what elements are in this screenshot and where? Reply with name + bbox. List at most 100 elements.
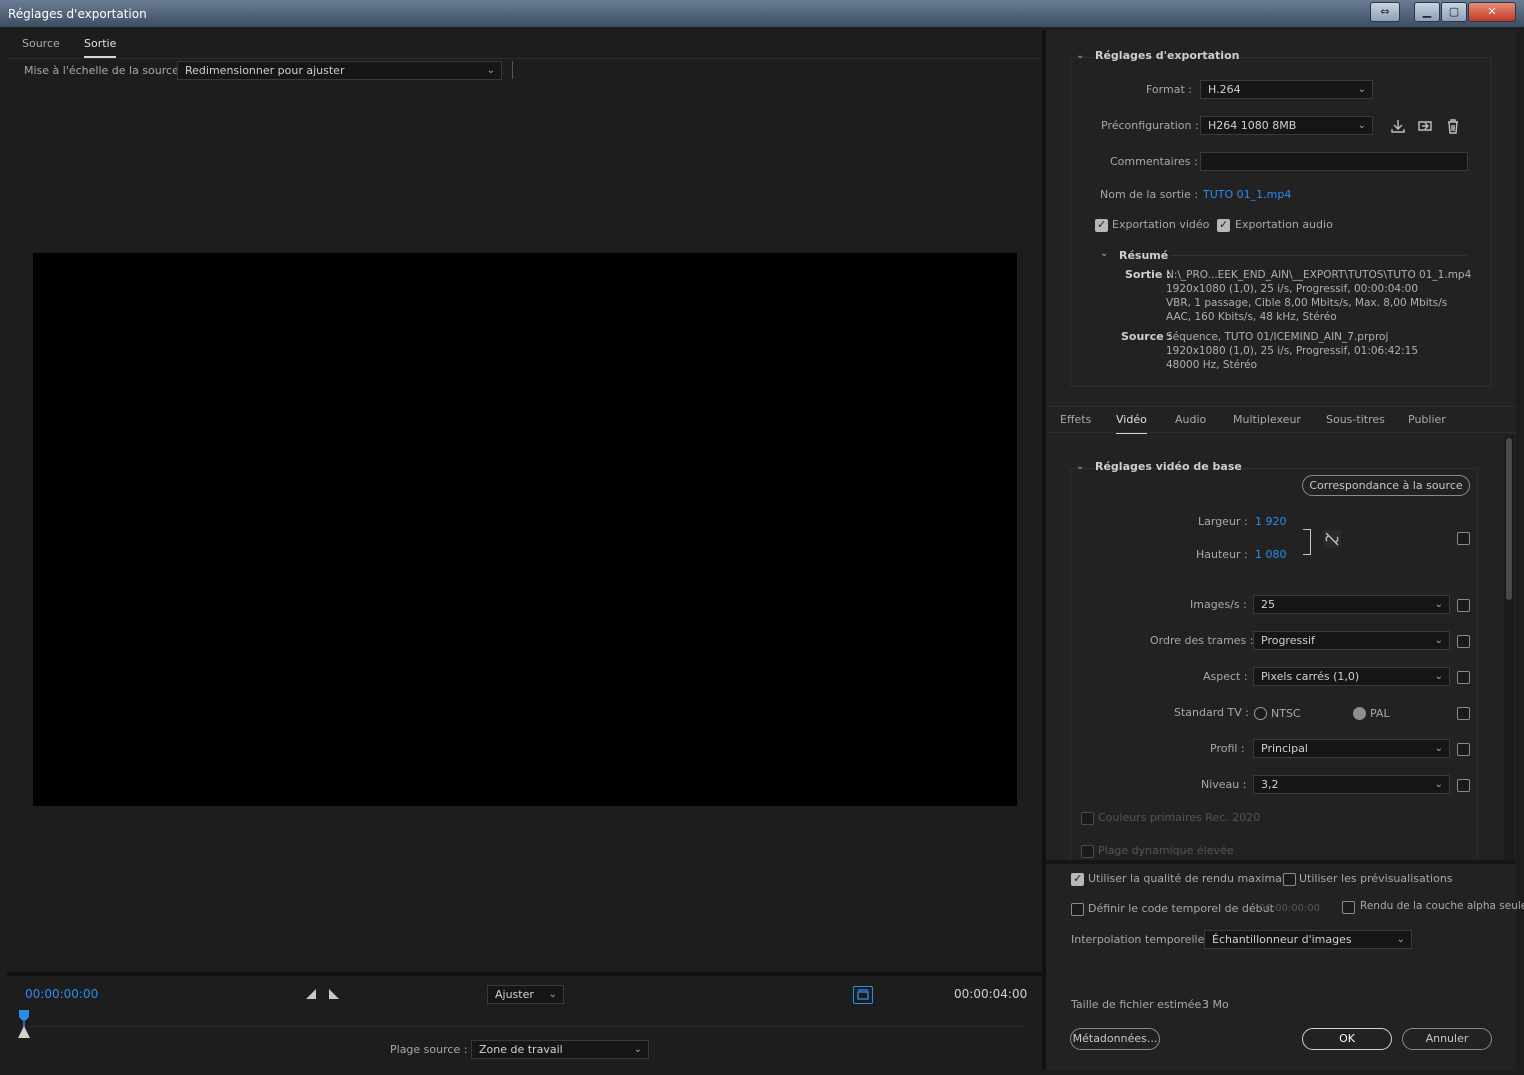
export-section-title: Réglages d'exportation — [1095, 49, 1240, 62]
use-previews-label: Utiliser les prévisualisations — [1299, 872, 1453, 885]
export-video-checkbox[interactable] — [1095, 218, 1108, 232]
format-label: Format : — [1146, 83, 1192, 96]
trash-icon[interactable] — [1444, 117, 1462, 135]
source-range-dropdown[interactable]: Zone de travail ⌄ — [471, 1040, 649, 1059]
import-preset-icon[interactable] — [1416, 117, 1434, 135]
rec2020-checkbox[interactable] — [1081, 812, 1094, 825]
divider — [1046, 406, 1516, 407]
safe-margins-icon[interactable] — [853, 986, 873, 1004]
scale-value: Redimensionner pour ajuster — [185, 64, 345, 77]
hdr-checkbox[interactable] — [1081, 845, 1094, 858]
minimize-button[interactable]: ▁ — [1414, 2, 1440, 22]
chevron-down-icon: ⌄ — [486, 65, 495, 76]
summary-source-label: Source : — [1121, 330, 1172, 343]
field-order-dropdown[interactable]: Progressif ⌄ — [1253, 631, 1450, 650]
summary-title: Résumé — [1119, 249, 1169, 262]
resize-icon[interactable]: ⇔ — [1370, 2, 1400, 22]
scrollbar-thumb[interactable] — [1506, 438, 1512, 600]
separator — [512, 61, 513, 79]
zoom-value: Ajuster — [495, 988, 534, 1001]
ntsc-label: NTSC — [1271, 707, 1301, 720]
settings-pane: ⌄ Réglages d'exportation Format : H.264 … — [1046, 30, 1524, 1070]
field-order-checkbox[interactable] — [1457, 635, 1470, 648]
unlink-icon[interactable] — [1323, 530, 1341, 548]
hdr-label: Plage dynamique élevée — [1098, 844, 1234, 857]
ok-button[interactable]: OK — [1302, 1028, 1392, 1050]
video-preview — [33, 253, 1017, 806]
format-dropdown[interactable]: H.264 ⌄ — [1200, 80, 1373, 99]
max-quality-label: Utiliser la qualité de rendu maximale — [1088, 872, 1292, 885]
use-previews-checkbox[interactable] — [1283, 873, 1296, 886]
tab-publish[interactable]: Publier — [1408, 413, 1446, 426]
interp-dropdown[interactable]: Échantillonneur d'images ⌄ — [1204, 930, 1412, 949]
export-audio-label: Exportation audio — [1235, 218, 1333, 231]
scrollbar-track[interactable] — [1504, 435, 1514, 860]
fps-dropdown[interactable]: 25 ⌄ — [1253, 595, 1450, 614]
alpha-only-label: Rendu de la couche alpha seule — [1360, 900, 1524, 912]
tab-effects[interactable]: Effets — [1060, 413, 1091, 426]
file-size-label: Taille de fichier estimée : — [1071, 998, 1209, 1011]
tab-output[interactable]: Sortie — [84, 37, 117, 58]
level-dropdown[interactable]: 3,2 ⌄ — [1253, 775, 1450, 794]
video-section-title: Réglages vidéo de base — [1095, 460, 1242, 473]
divider — [1046, 860, 1516, 864]
profile-dropdown[interactable]: Principal ⌄ — [1253, 739, 1450, 758]
level-label: Niveau : — [1201, 778, 1247, 791]
tab-audio[interactable]: Audio — [1175, 413, 1206, 426]
zoom-dropdown[interactable]: Ajuster ⌄ — [487, 985, 564, 1004]
comments-label: Commentaires : — [1110, 155, 1198, 168]
mark-in-icon[interactable] — [305, 988, 317, 1000]
scale-dropdown[interactable]: Redimensionner pour ajuster ⌄ — [177, 61, 502, 80]
profile-checkbox[interactable] — [1457, 743, 1470, 756]
summary-output-label: Sortie : — [1125, 268, 1171, 281]
close-button[interactable]: ✕ — [1468, 2, 1516, 22]
set-timecode-label: Définir le code temporel de début — [1088, 902, 1274, 915]
pane-separator[interactable] — [1042, 30, 1046, 1070]
mark-out-icon[interactable] — [328, 988, 340, 1000]
export-audio-checkbox[interactable] — [1217, 218, 1230, 232]
tv-standard-label: Standard TV : — [1174, 706, 1249, 719]
comments-input[interactable] — [1200, 152, 1468, 171]
tab-video[interactable]: Vidéo — [1116, 413, 1147, 434]
pal-radio[interactable] — [1353, 707, 1366, 720]
timecode-input[interactable]: 00:00:00:00 — [1259, 903, 1320, 914]
export-video-label: Exportation vidéo — [1112, 218, 1210, 231]
size-checkbox[interactable] — [1457, 532, 1470, 545]
chevron-down-icon[interactable]: ⌄ — [1100, 248, 1108, 259]
aspect-label: Aspect : — [1203, 670, 1248, 683]
rec2020-label: Couleurs primaires Rec. 2020 — [1098, 811, 1261, 824]
max-quality-checkbox[interactable] — [1071, 872, 1084, 886]
set-timecode-checkbox[interactable] — [1071, 903, 1084, 916]
tab-multiplexer[interactable]: Multiplexeur — [1233, 413, 1301, 426]
tab-captions[interactable]: Sous-titres — [1326, 413, 1385, 426]
format-value: H.264 — [1208, 83, 1241, 96]
aspect-dropdown[interactable]: Pixels carrés (1,0) ⌄ — [1253, 667, 1450, 686]
chevron-down-icon: ⌄ — [1357, 120, 1366, 131]
timeline-track[interactable] — [27, 1026, 1027, 1027]
match-source-button[interactable]: Correspondance à la source — [1302, 475, 1470, 496]
playhead-handle[interactable] — [17, 1009, 31, 1039]
timecode-end: 00:00:04:00 — [954, 987, 1028, 1001]
chevron-down-icon: ⌄ — [1396, 934, 1405, 945]
fps-checkbox[interactable] — [1457, 599, 1470, 612]
chevron-down-icon[interactable]: ⌄ — [1076, 461, 1084, 472]
aspect-checkbox[interactable] — [1457, 671, 1470, 684]
preset-dropdown[interactable]: H264 1080 8MB ⌄ — [1200, 116, 1373, 135]
maximize-button[interactable]: ▢ — [1441, 2, 1467, 22]
chevron-down-icon[interactable]: ⌄ — [1076, 50, 1084, 61]
ntsc-radio[interactable] — [1254, 707, 1267, 720]
level-checkbox[interactable] — [1457, 779, 1470, 792]
metadata-button[interactable]: Métadonnées... — [1070, 1028, 1160, 1050]
summary-source-text: Séquence, TUTO 01/ICEMIND_AIN_7.prproj 1… — [1166, 331, 1419, 371]
interp-label: Interpolation temporelle : — [1071, 933, 1212, 946]
height-value[interactable]: 1 080 — [1255, 548, 1287, 561]
width-value[interactable]: 1 920 — [1255, 515, 1287, 528]
alpha-only-checkbox[interactable] — [1342, 901, 1355, 914]
timecode-start[interactable]: 00:00:00:00 — [25, 987, 98, 1001]
field-order-label: Ordre des trames : — [1150, 634, 1254, 647]
save-preset-icon[interactable] — [1389, 117, 1407, 135]
tv-standard-checkbox[interactable] — [1457, 707, 1470, 720]
cancel-button[interactable]: Annuler — [1402, 1028, 1492, 1050]
output-name-link[interactable]: TUTO 01_1.mp4 — [1203, 188, 1291, 201]
tab-source[interactable]: Source — [22, 37, 60, 50]
